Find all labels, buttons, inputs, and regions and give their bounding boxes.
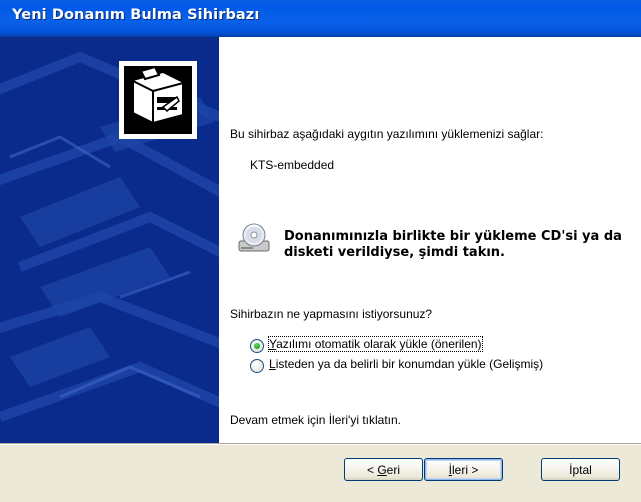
- footer-text: Devam etmek için İleri'yi tıklatın.: [230, 413, 402, 427]
- device-name: KTS-embedded: [250, 158, 335, 172]
- button-separator: [0, 443, 641, 445]
- option-manual-accel: L: [269, 357, 276, 371]
- title-bar[interactable]: Yeni Donanım Bulma Sihirbazı: [0, 0, 641, 37]
- wizard-content: Bu sihirbaz aşağıdaki aygıtın yazılımını…: [219, 37, 641, 443]
- back-accel: G: [377, 463, 387, 477]
- hardware-wizard-icon: [119, 61, 197, 139]
- option-automatic[interactable]: Yazılımı otomatik olarak yükle (önerilen…: [250, 336, 630, 353]
- cancel-label: İptal: [569, 463, 592, 477]
- option-manual[interactable]: Listeden ya da belirli bir konumdan yükl…: [250, 357, 630, 373]
- intro-text: Bu sihirbaz aşağıdaki aygıtın yazılımını…: [230, 127, 544, 141]
- wizard-banner: [0, 37, 219, 443]
- option-manual-rest: isteden ya da belirli bir konumdan yükle…: [275, 357, 544, 371]
- next-button[interactable]: İleri >: [424, 458, 503, 481]
- back-prefix: <: [366, 463, 378, 477]
- back-button[interactable]: < Geri: [344, 458, 423, 481]
- window-title: Yeni Donanım Bulma Sihirbazı: [12, 7, 260, 23]
- next-rest: leri >: [452, 463, 479, 477]
- radio-automatic[interactable]: [250, 339, 264, 353]
- back-rest: eri: [386, 463, 401, 477]
- option-manual-label[interactable]: Listeden ya da belirli bir konumdan yükl…: [269, 357, 543, 371]
- option-automatic-label[interactable]: Yazılımı otomatik olarak yükle (önerilen…: [268, 336, 483, 352]
- question-text: Sihirbazın ne yapmasını istiyorsunuz?: [230, 307, 433, 321]
- wizard-window: Yeni Donanım Bulma Sihirbazı Bu sihirbaz…: [0, 0, 641, 502]
- cancel-button[interactable]: İptal: [541, 458, 620, 481]
- cd-drive-icon: [237, 221, 271, 255]
- radio-manual[interactable]: [250, 359, 264, 373]
- cd-notice-text: Donanımınızla birlikte bir yükleme CD'si…: [284, 229, 622, 260]
- option-automatic-rest: azılımı otomatik olarak yükle (önerilen): [276, 337, 482, 351]
